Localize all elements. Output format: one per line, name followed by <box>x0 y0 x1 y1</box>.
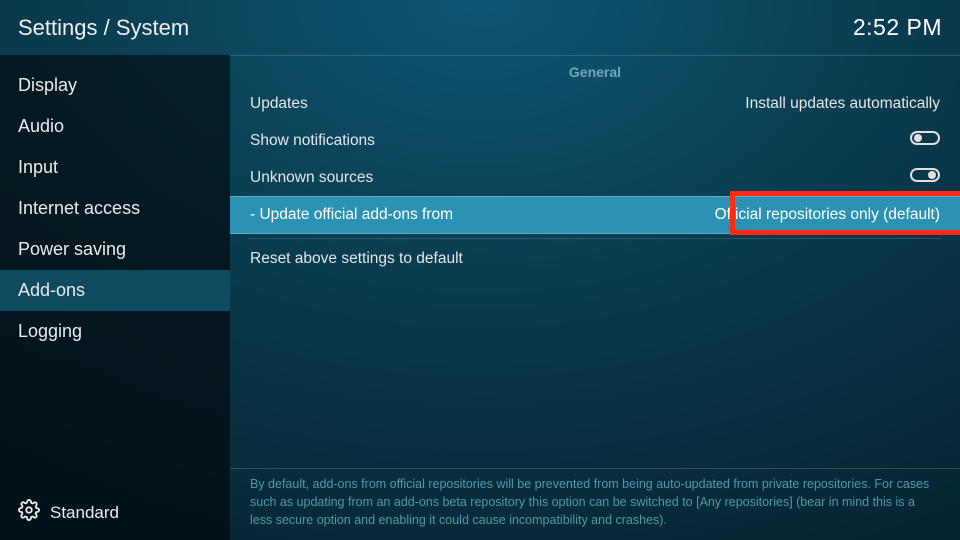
header: Settings / System 2:52 PM <box>0 0 960 55</box>
sidebar-item-add-ons[interactable]: Add-ons <box>0 270 230 311</box>
sidebar-item-input[interactable]: Input <box>0 147 230 188</box>
setting-label: - Update official add-ons from <box>250 206 715 224</box>
setting-updates[interactable]: Updates Install updates automatically <box>230 86 960 122</box>
setting-description: By default, add-ons from official reposi… <box>230 468 960 540</box>
setting-reset-defaults[interactable]: Reset above settings to default <box>230 241 960 277</box>
setting-update-official-addons[interactable]: - Update official add-ons from Official … <box>230 196 960 234</box>
setting-value: Install updates automatically <box>745 95 940 113</box>
gear-icon <box>18 499 40 526</box>
sidebar-item-display[interactable]: Display <box>0 65 230 106</box>
setting-label: Unknown sources <box>250 169 910 187</box>
toggle-control[interactable] <box>910 168 940 187</box>
section-header: General <box>230 56 960 86</box>
toggle-on-icon <box>910 168 940 182</box>
content-panel: General Updates Install updates automati… <box>230 55 960 540</box>
clock: 2:52 PM <box>853 14 942 41</box>
setting-label: Show notifications <box>250 132 910 150</box>
main: Display Audio Input Internet access Powe… <box>0 55 960 540</box>
breadcrumb: Settings / System <box>18 15 189 41</box>
setting-label: Updates <box>250 95 745 113</box>
setting-show-notifications[interactable]: Show notifications <box>230 122 960 159</box>
sidebar-item-internet-access[interactable]: Internet access <box>0 188 230 229</box>
sidebar-item-logging[interactable]: Logging <box>0 311 230 352</box>
toggle-off-icon <box>910 131 940 145</box>
settings-level-label: Standard <box>50 503 119 523</box>
sidebar-item-power-saving[interactable]: Power saving <box>0 229 230 270</box>
setting-label: Reset above settings to default <box>250 250 940 268</box>
toggle-control[interactable] <box>910 131 940 150</box>
setting-unknown-sources[interactable]: Unknown sources <box>230 159 960 196</box>
settings-level-button[interactable]: Standard <box>0 485 230 540</box>
sidebar-item-audio[interactable]: Audio <box>0 106 230 147</box>
divider <box>248 238 942 239</box>
sidebar: Display Audio Input Internet access Powe… <box>0 55 230 540</box>
setting-value: Official repositories only (default) <box>715 206 940 224</box>
